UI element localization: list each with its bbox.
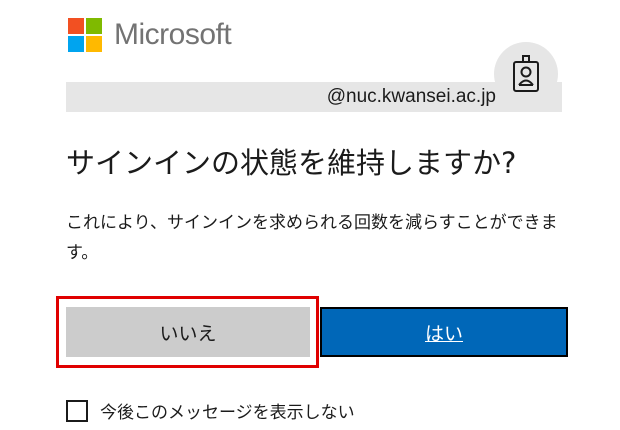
dialog-title: サインインの状態を維持しますか? [66, 146, 517, 180]
microsoft-logo: Microsoft [68, 18, 232, 52]
account-email: @nuc.kwansei.ac.jp [326, 86, 496, 107]
account-badge [494, 42, 558, 106]
no-button[interactable]: いいえ [66, 307, 310, 357]
logo-text: Microsoft [114, 18, 232, 51]
dialog-description: これにより、サインインを求められる回数を減らすことができます。 [66, 213, 558, 263]
logo-square-blue [68, 36, 84, 52]
dont-show-again-label[interactable]: 今後このメッセージを表示しない [100, 398, 355, 423]
yes-button[interactable]: はい [320, 307, 568, 357]
microsoft-squares-icon [68, 18, 102, 52]
signin-page: Microsoft @nuc.kwansei.ac.jp サインインの状態を維持… [0, 0, 620, 430]
account-bar: @nuc.kwansei.ac.jp [66, 82, 562, 112]
dont-show-again-row[interactable]: 今後このメッセージを表示しない [66, 398, 355, 423]
logo-square-yellow [86, 36, 102, 52]
badge-icon [513, 55, 539, 92]
logo-square-green [86, 18, 102, 34]
dont-show-again-checkbox[interactable] [66, 399, 88, 422]
logo-square-red [68, 18, 84, 34]
